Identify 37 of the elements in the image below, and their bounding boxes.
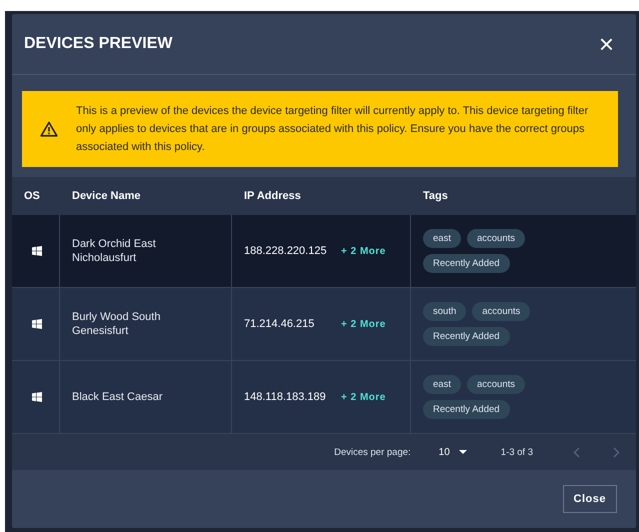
tag-chip: accounts — [466, 375, 525, 394]
tag-chip: east — [423, 229, 461, 248]
per-page-select[interactable]: 10 — [438, 446, 467, 458]
table-row[interactable]: Black East Caesar 148.118.183.189 + 2 More east accounts Recently Added — [12, 361, 636, 434]
column-header: IP Address — [243, 190, 302, 202]
windows-icon — [32, 246, 42, 256]
more-link[interactable]: + 2 More — [341, 318, 386, 330]
per-page-label: Devices per page: — [334, 446, 411, 458]
warning-text: This is a preview of the devices the device targeting filter will currently apply to. This device targeting filter only applies to devices that are in groups associated with this policy. Ensure you have the correct groups associated with this policy. — [76, 104, 590, 155]
tag-chip: east — [423, 375, 461, 394]
table-row[interactable]: Burly Wood South Genesisfurt 71.214.46.215 + 2 More south accounts Recently Added — [12, 288, 636, 361]
warning-icon — [40, 121, 58, 137]
windows-icon — [32, 392, 42, 402]
column-header: Device Name — [71, 190, 142, 202]
device-name: Black East Caesar — [72, 390, 164, 404]
device-name: Burly Wood South Genesisfurt — [72, 310, 162, 338]
caret-icon — [458, 450, 467, 454]
close-button[interactable]: × — [598, 31, 614, 57]
ip-address: 188.228.220.125 — [244, 245, 328, 257]
tag-chip: accounts — [472, 302, 530, 321]
ip-address: 71.214.46.215 — [244, 318, 316, 330]
windows-icon — [32, 319, 42, 329]
close-dialog-button[interactable]: Close — [562, 485, 617, 513]
page-range: 1-3 of 3 — [500, 446, 533, 458]
tag-chip: accounts — [466, 229, 525, 248]
tag-chip: Recently Added — [423, 254, 510, 273]
table-row[interactable]: Dark Orchid East Nicholausfurt 188.228.220.125 + 2 More east accounts Recently Added — [12, 215, 636, 288]
column-header: OS — [23, 190, 41, 202]
tag-chip: south — [423, 302, 466, 321]
dialog-title: DEVICES PREVIEW — [24, 35, 172, 53]
more-link[interactable]: + 2 More — [341, 246, 386, 256]
tag-chip: Recently Added — [423, 400, 510, 419]
device-name: Dark Orchid East Nicholausfurt — [72, 237, 157, 265]
ip-address: 148.118.183.189 — [244, 391, 327, 403]
more-link[interactable]: + 2 More — [341, 392, 386, 402]
tag-chip: Recently Added — [423, 327, 510, 346]
column-header: Tags — [422, 190, 449, 202]
